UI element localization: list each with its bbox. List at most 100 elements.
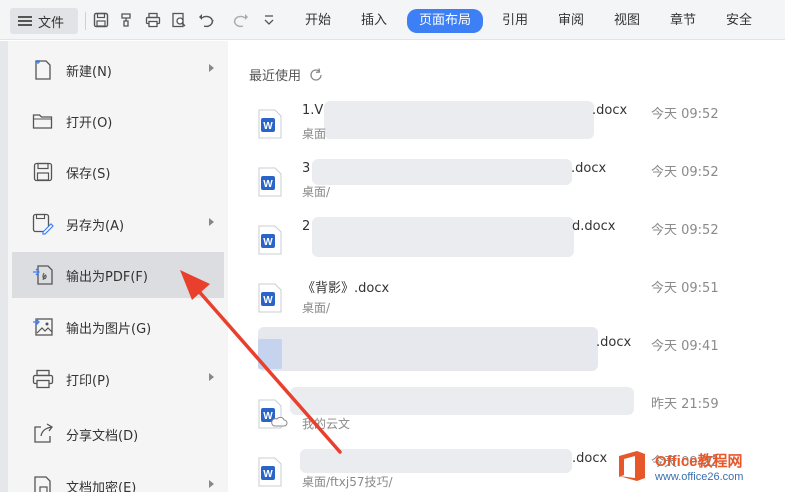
file-path: 桌面 [302, 127, 327, 141]
top-toolbar: 文件 开始 插入 页面布局 引用 审阅 视图 章节 安全 [0, 0, 785, 40]
word-doc-icon: W [258, 167, 282, 197]
panel-edge [0, 41, 8, 492]
menu-item-label: 另存为(A) [66, 218, 125, 234]
recent-files-panel: 最近使用 W 1.V .docx 桌面 今天 09:52 W 3 .docx 桌… [228, 41, 785, 492]
menu-item-save-as[interactable]: 另存为(A) [12, 201, 224, 247]
file-time: 昨天 21:59 [651, 397, 719, 412]
folder-icon [32, 110, 54, 132]
menu-item-export-image[interactable]: 输出为图片(G) [12, 304, 224, 350]
watermark-title: Office教程网 [655, 452, 743, 470]
tab-security[interactable]: 安全 [726, 11, 752, 31]
file-time: 今天 09:52 [651, 223, 719, 238]
svg-text:W: W [263, 237, 273, 248]
save-icon[interactable] [91, 10, 111, 30]
format-painter-icon[interactable] [117, 10, 137, 30]
file-name-suffix: .docx [596, 335, 632, 350]
file-time: 今天 09:52 [651, 107, 719, 122]
menu-item-save[interactable]: 保存(S) [12, 149, 224, 195]
file-name: 1.V [302, 103, 324, 118]
redaction-blur [258, 327, 598, 371]
svg-text:W: W [263, 295, 273, 306]
recent-file-row[interactable]: W 2 d.docx 今天 09:52 [228, 217, 785, 275]
undo-icon[interactable] [197, 10, 217, 30]
tab-home[interactable]: 开始 [305, 11, 331, 31]
tab-insert[interactable]: 插入 [361, 11, 387, 31]
menu-item-label: 新建(N) [66, 64, 112, 80]
file-menu-button[interactable]: 文件 [10, 8, 78, 34]
new-doc-icon [32, 59, 54, 81]
office-logo-icon [619, 451, 645, 481]
recent-file-row[interactable]: .docx 今天 09:41 [228, 327, 785, 391]
word-doc-icon: W [258, 109, 282, 139]
word-doc-icon: W [258, 457, 282, 487]
tab-review[interactable]: 审阅 [558, 11, 584, 31]
watermark-url: www.office26.com [655, 470, 744, 483]
file-name-suffix: .docx [572, 451, 608, 466]
cloud-icon [271, 416, 288, 427]
redaction-blur [312, 159, 572, 185]
redaction-blur [300, 449, 572, 473]
print-icon [32, 368, 54, 390]
menu-item-label: 文档加密(E) [66, 480, 137, 492]
lock-icon [32, 475, 54, 492]
menu-item-label: 保存(S) [66, 166, 111, 182]
menu-item-export-pdf[interactable]: 输出为PDF(F) [12, 252, 224, 298]
file-menu-panel: 新建(N) 打开(O) 保存(S) 另存为(A) 输出为PDF(F) 输出为图片… [0, 41, 228, 492]
menu-item-new[interactable]: 新建(N) [12, 47, 224, 93]
svg-text:W: W [263, 121, 273, 132]
recent-file-row[interactable]: W 我的云文 昨天 21:59 [228, 387, 785, 449]
redaction-blur [290, 387, 634, 415]
file-name: 2 [302, 219, 311, 234]
recent-file-row[interactable]: W 1.V .docx 桌面 今天 09:52 [228, 101, 785, 159]
file-time: 今天 09:41 [651, 339, 719, 354]
watermark: Office教程网 www.office26.com [615, 443, 783, 489]
menu-item-open[interactable]: 打开(O) [12, 98, 224, 144]
menu-item-share[interactable]: 分享文档(D) [12, 411, 224, 457]
file-name: 《背影》.docx [302, 281, 390, 296]
recent-file-row[interactable]: W 3 .docx 桌面/ 今天 09:52 [228, 159, 785, 217]
menu-item-label: 分享文档(D) [66, 428, 139, 444]
file-path: 我的云文 [302, 417, 351, 431]
image-export-icon [32, 316, 54, 338]
print-icon[interactable] [143, 10, 163, 30]
menu-item-label: 打开(O) [66, 115, 113, 131]
file-path: 桌面/ [302, 301, 331, 315]
submenu-arrow-icon [209, 64, 214, 72]
svg-text:W: W [263, 469, 273, 480]
file-path: 桌面/ftxj57技巧/ [302, 475, 393, 489]
file-time: 今天 09:52 [651, 165, 719, 180]
customize-icon[interactable] [259, 10, 279, 30]
submenu-arrow-icon [209, 373, 214, 381]
tab-references[interactable]: 引用 [502, 11, 528, 31]
menu-item-label: 输出为PDF(F) [66, 269, 148, 285]
file-name: 3 [302, 161, 311, 176]
hamburger-icon [18, 14, 32, 28]
word-doc-icon: W [258, 225, 282, 255]
share-icon [32, 423, 54, 445]
doc-icon-blurred [258, 339, 282, 369]
file-menu-label: 文件 [38, 15, 65, 31]
save-icon [32, 161, 54, 183]
svg-text:W: W [263, 179, 273, 190]
file-name-suffix: .docx [592, 103, 628, 118]
tab-page-layout[interactable]: 页面布局 [407, 9, 484, 33]
refresh-icon[interactable] [309, 67, 323, 82]
recent-header: 最近使用 [249, 65, 323, 84]
submenu-arrow-icon [209, 480, 214, 488]
file-name-suffix: .docx [571, 161, 607, 176]
redaction-blur [312, 217, 574, 257]
tab-view[interactable]: 视图 [614, 11, 640, 31]
redo-icon[interactable] [231, 10, 251, 30]
toolbar-divider [85, 12, 86, 30]
menu-item-label: 输出为图片(G) [66, 321, 152, 337]
file-path: 桌面/ [302, 185, 331, 199]
recent-file-row[interactable]: W 《背影》.docx 桌面/ 今天 09:51 [228, 275, 785, 333]
menu-item-label: 打印(P) [66, 373, 110, 389]
tab-section[interactable]: 章节 [670, 11, 696, 31]
pdf-export-icon [32, 264, 54, 286]
menu-item-print[interactable]: 打印(P) [12, 356, 224, 402]
redaction-blur [324, 101, 594, 139]
menu-item-encrypt[interactable]: 文档加密(E) [12, 463, 224, 492]
print-preview-icon[interactable] [169, 10, 189, 30]
submenu-arrow-icon [209, 218, 214, 226]
